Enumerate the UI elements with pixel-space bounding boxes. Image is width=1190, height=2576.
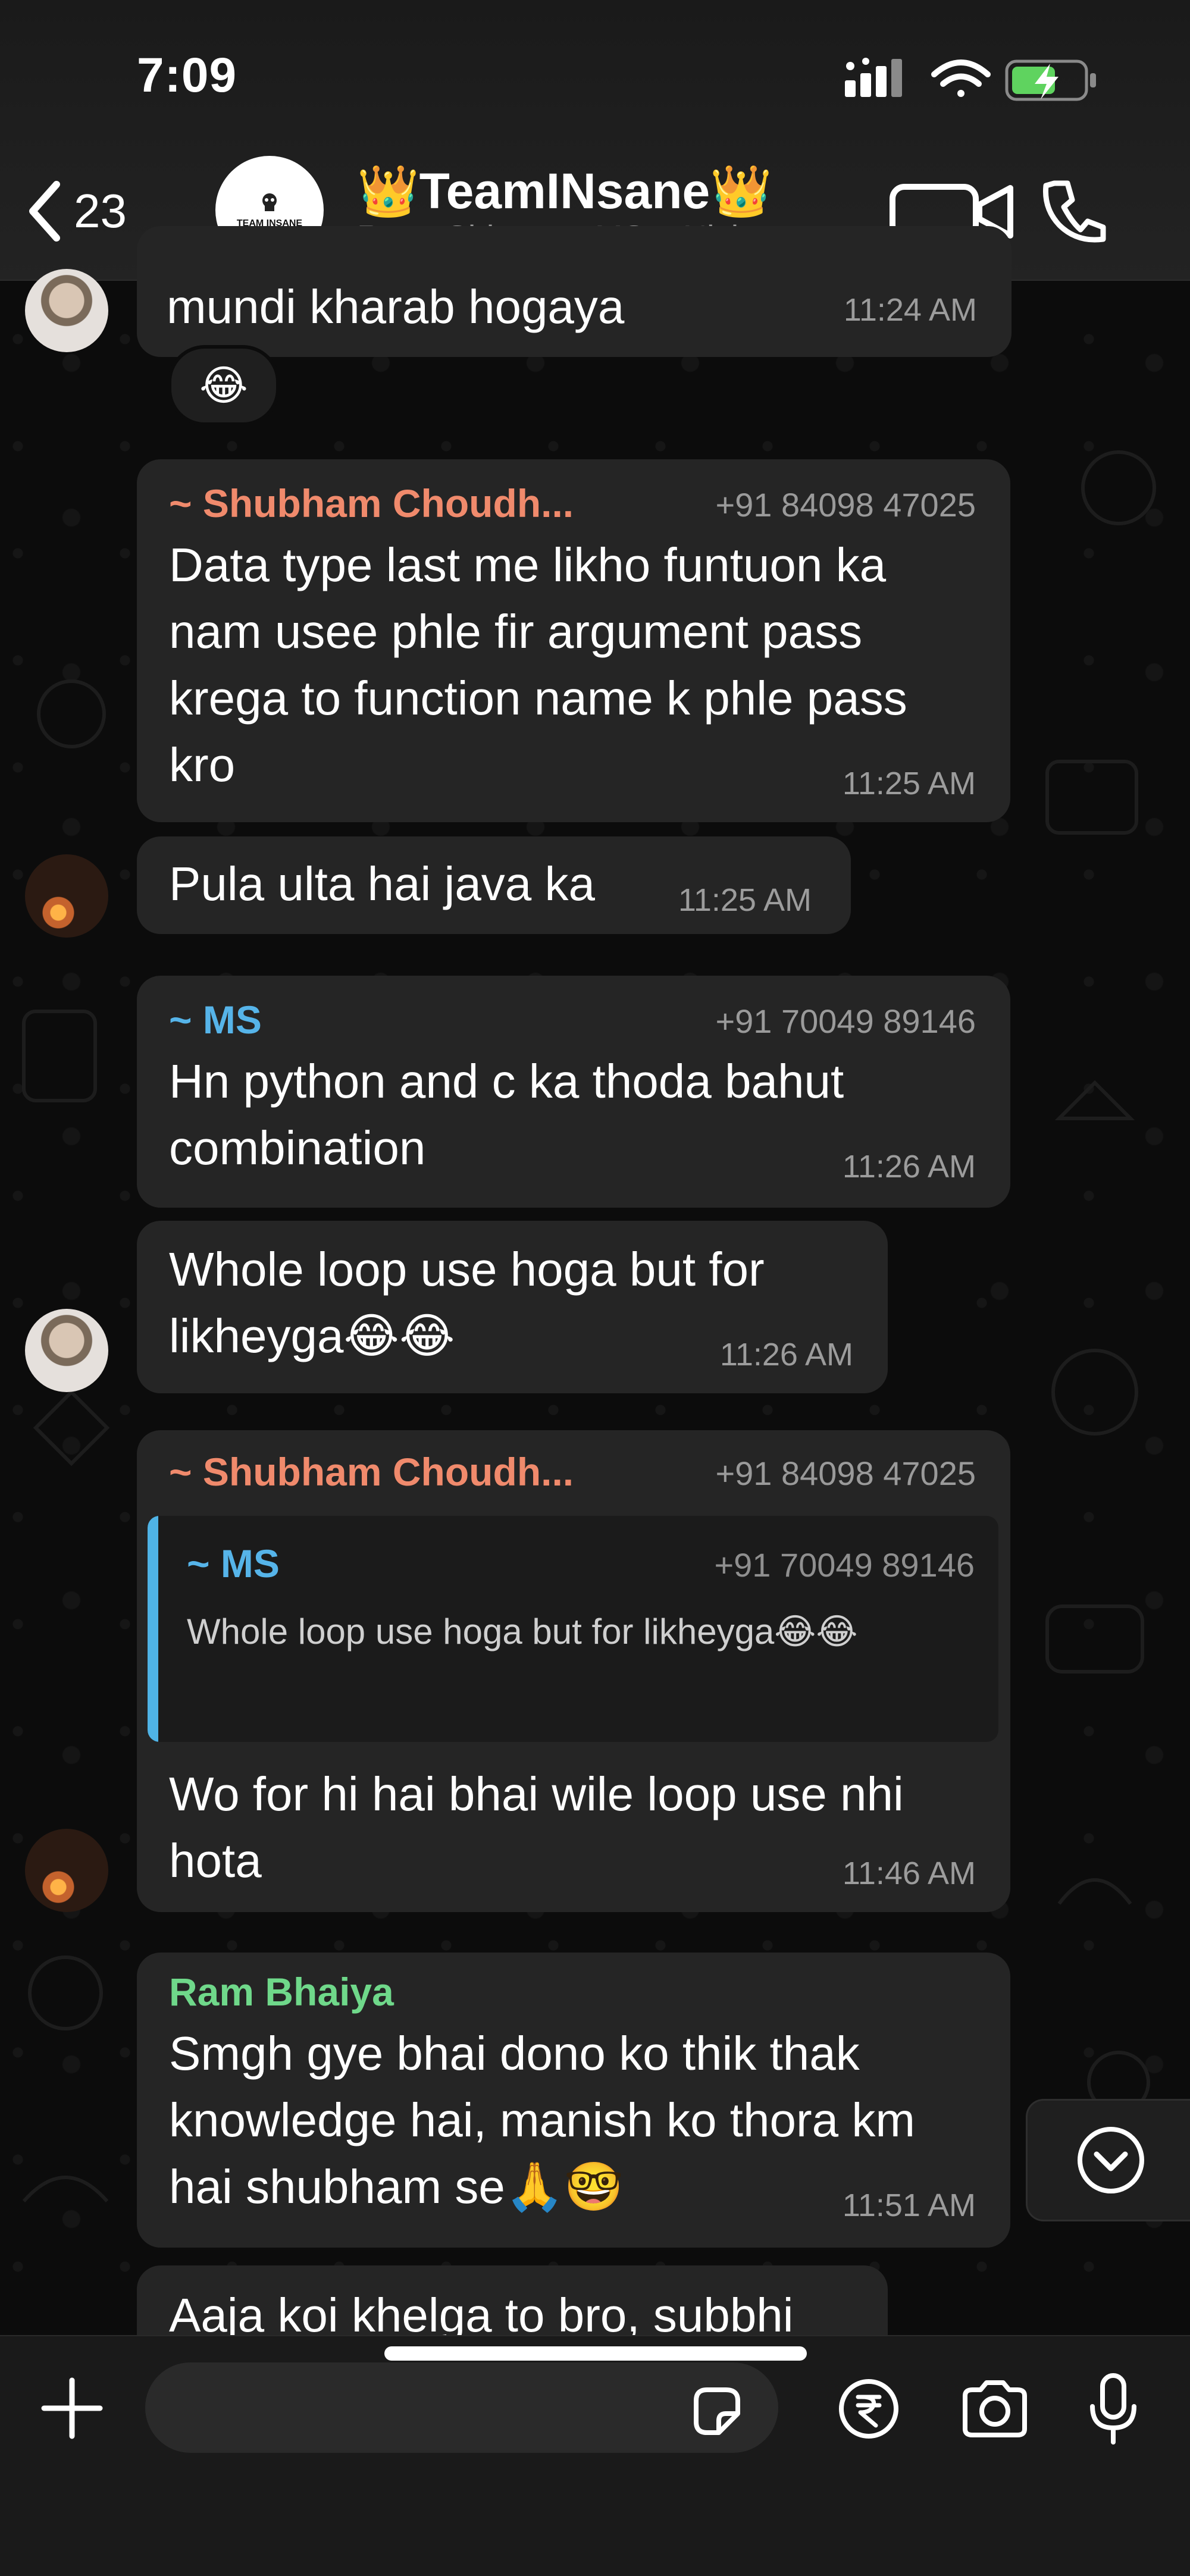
cellular-signal-icon — [845, 58, 902, 97]
message-text: Wo for hi hai bhai wile loop use nhi — [169, 1768, 904, 1820]
scroll-to-bottom-button[interactable] — [1026, 2099, 1190, 2221]
avatar[interactable] — [25, 854, 108, 938]
message-bubble[interactable]: mundi kharab hogaya 11:24 AM — [137, 226, 1012, 357]
message-text: Whole loop use hoga but for — [169, 1243, 765, 1296]
message-sender[interactable]: ~ MS — [169, 997, 262, 1042]
battery-icon — [1005, 59, 1096, 101]
home-indicator — [384, 2346, 807, 2361]
message-sender[interactable]: Ram Bhaiya — [169, 1969, 394, 2014]
message-text: Data type last me likho funtuon ka — [169, 538, 887, 591]
chevron-left-icon — [29, 181, 60, 242]
message-time: 11:25 AM — [842, 766, 976, 801]
quoted-message[interactable]: ~ MS +91 70049 89146 Whole loop use hoga… — [148, 1516, 998, 1742]
avatar[interactable] — [25, 1829, 108, 1912]
message-time: 11:26 AM — [719, 1337, 853, 1372]
reaction-badge[interactable]: 😂 — [168, 345, 280, 426]
avatar[interactable] — [25, 1309, 108, 1392]
message-text: likheyga😂😂 — [169, 1309, 455, 1362]
back-button[interactable]: 23 — [24, 178, 155, 244]
group-name[interactable]: 👑TeamINsane👑 — [357, 162, 772, 221]
unread-count: 23 — [74, 184, 127, 237]
message-time: 11:46 AM — [842, 1856, 976, 1891]
message-bubble[interactable]: Whole loop use hoga but for likheyga😂😂 1… — [137, 1221, 888, 1393]
sticker-icon[interactable] — [688, 2383, 745, 2440]
message-time: 11:25 AM — [678, 882, 812, 918]
plus-icon[interactable] — [39, 2376, 105, 2441]
wifi-icon — [931, 59, 991, 97]
phone-icon[interactable] — [1041, 178, 1107, 244]
message-sender[interactable]: ~ Shubham Choudh... — [169, 481, 574, 526]
message-text: kro — [169, 738, 236, 791]
message-text: hota — [169, 1834, 262, 1887]
rupee-icon[interactable] — [838, 2378, 900, 2440]
message-text: mundi kharab hogaya — [167, 280, 625, 333]
message-text: knowledge hai, manish ko thora km — [169, 2094, 915, 2146]
camera-icon[interactable] — [959, 2378, 1031, 2440]
status-time: 7:09 — [137, 48, 237, 102]
message-text: krega to function name k phle pass — [169, 672, 907, 725]
message-text: Hn python and c ka thoda bahut — [169, 1055, 844, 1108]
skull-logo-icon — [262, 193, 277, 211]
message-sender[interactable]: ~ Shubham Choudh... — [169, 1449, 574, 1494]
message-text: Pula ulta hai java ka — [169, 857, 596, 910]
status-icons — [845, 58, 1096, 101]
message-time: 11:26 AM — [842, 1149, 976, 1184]
chevron-down-circle-icon — [1078, 2127, 1144, 2193]
avatar[interactable] — [25, 269, 108, 352]
message-text: combination — [169, 1121, 426, 1174]
message-bubble[interactable]: Ram Bhaiya Smgh gye bhai dono ko thik th… — [137, 1953, 1010, 2248]
quoted-text: Whole loop use hoga but for likheyga😂😂 — [187, 1612, 858, 1651]
sender-phone: +91 70049 89146 — [715, 1002, 976, 1040]
message-text: hai shubham se🙏🤓 — [169, 2160, 624, 2213]
sender-phone: +91 84098 47025 — [715, 1455, 976, 1492]
microphone-icon[interactable] — [1086, 2372, 1140, 2446]
quote-accent-bar — [148, 1516, 158, 1742]
message-bubble[interactable]: ~ MS +91 70049 89146 Hn python and c ka … — [137, 976, 1010, 1208]
message-bubble[interactable]: ~ Shubham Choudh... +91 84098 47025 Data… — [137, 459, 1010, 822]
sender-phone: +91 84098 47025 — [715, 486, 976, 524]
quoted-sender: ~ MS — [187, 1541, 280, 1585]
message-time: 11:51 AM — [842, 2188, 976, 2223]
quoted-phone: +91 70049 89146 — [714, 1546, 975, 1584]
message-text: Smgh gye bhai dono ko thik thak — [169, 2027, 860, 2080]
message-text: nam usee phle fir argument pass — [169, 605, 863, 658]
message-input[interactable] — [145, 2362, 778, 2453]
composer-bar — [0, 2335, 1190, 2576]
message-time: 11:24 AM — [843, 292, 977, 328]
message-bubble[interactable]: Pula ulta hai java ka 11:25 AM — [137, 836, 851, 934]
